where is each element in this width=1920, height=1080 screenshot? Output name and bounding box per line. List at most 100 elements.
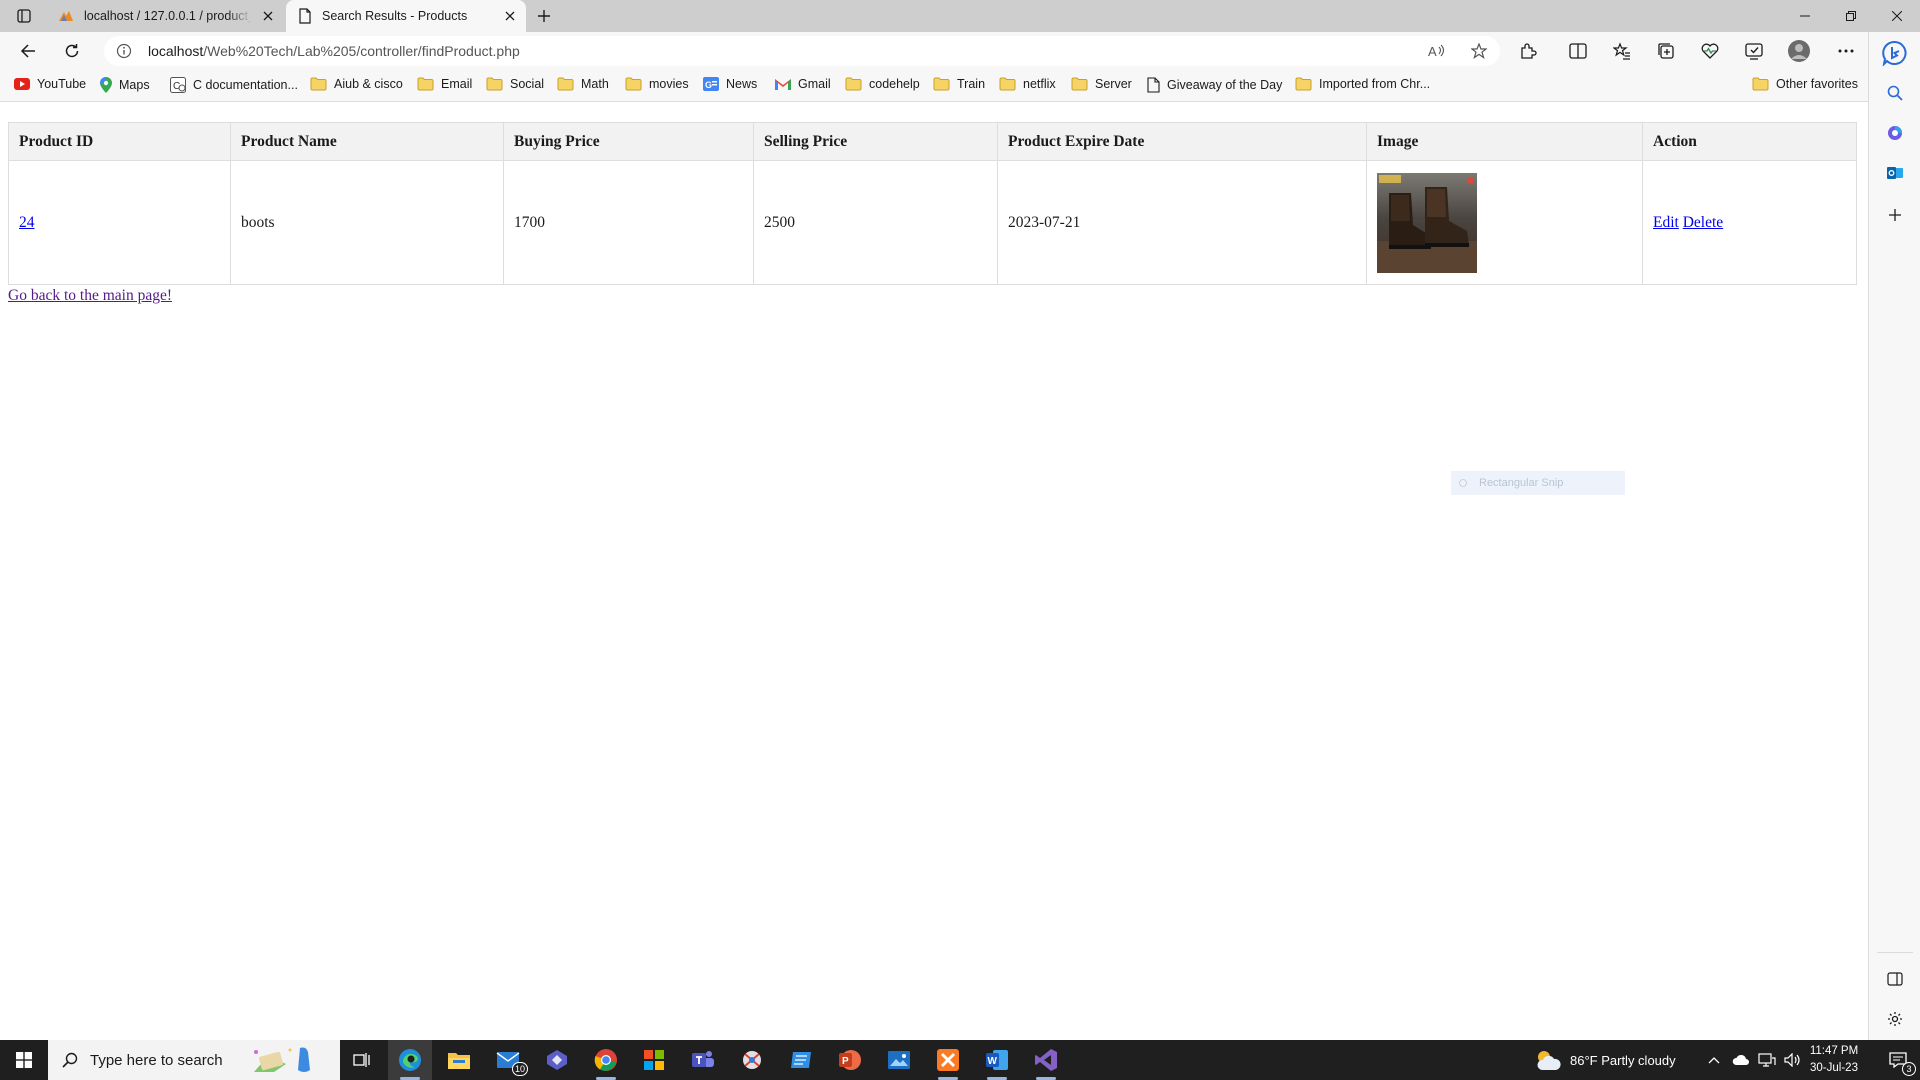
hide-sidebar-button[interactable]	[1882, 966, 1908, 992]
taskbar-powerpoint[interactable]: P	[828, 1040, 872, 1080]
favorite-folder-server[interactable]: Server	[1071, 77, 1132, 91]
favorite-folder-netflix[interactable]: netflix	[999, 77, 1056, 91]
back-to-main-link[interactable]: Go back to the main page!	[8, 287, 172, 305]
taskbar-xampp[interactable]	[926, 1040, 970, 1080]
favorites-list-icon	[1613, 42, 1630, 60]
taskbar-visual-studio-code[interactable]	[535, 1040, 579, 1080]
task-view-button[interactable]	[340, 1040, 384, 1080]
collections-button[interactable]	[1652, 38, 1680, 64]
bing-chat-button[interactable]	[1882, 40, 1908, 66]
tab-search-results[interactable]: Search Results - Products	[286, 0, 526, 32]
favorite-label: movies	[649, 77, 689, 91]
taskbar-photos[interactable]	[877, 1040, 921, 1080]
favorite-star-icon[interactable]	[1471, 43, 1487, 59]
cell-selling-price: 2500	[753, 160, 998, 285]
split-screen-button[interactable]	[1564, 38, 1592, 64]
network-icon[interactable]	[1758, 1053, 1776, 1067]
restore-button[interactable]	[1828, 0, 1874, 32]
favorite-folder-email[interactable]: Email	[417, 77, 472, 91]
notification-center-button[interactable]: 3	[1876, 1040, 1920, 1080]
favorite-folder-other[interactable]: Other favorites	[1752, 77, 1858, 91]
favorite-maps[interactable]: Maps	[100, 77, 150, 93]
sidebar-settings-button[interactable]	[1882, 1006, 1908, 1032]
settings-more-button[interactable]	[1832, 38, 1860, 64]
visual-studio-icon	[1035, 1049, 1057, 1071]
minimize-button[interactable]	[1782, 0, 1828, 32]
more-dots-icon	[1838, 49, 1854, 53]
column-header: Image	[1366, 122, 1643, 161]
browser-essentials-button[interactable]	[1740, 38, 1768, 64]
favorite-youtube[interactable]: YouTube	[14, 77, 86, 91]
notification-badge: 3	[1902, 1062, 1916, 1076]
gmail-icon	[775, 79, 791, 90]
favorite-folder-codehelp[interactable]: codehelp	[845, 77, 920, 91]
tab-phpmyadmin[interactable]: localhost / 127.0.0.1 / product_db	[46, 0, 284, 32]
address-bar[interactable]: localhost/Web%20Tech/Lab%205/controller/…	[104, 36, 1500, 66]
restore-icon	[1846, 11, 1856, 21]
refresh-button[interactable]	[58, 38, 86, 64]
favorite-folder-social[interactable]: Social	[486, 77, 544, 91]
favorite-c-documentation[interactable]: C C documentation...	[170, 77, 298, 93]
products-table: Product ID Product Name Buying Price Sel…	[8, 122, 1857, 285]
taskbar-mail[interactable]: 10	[486, 1040, 530, 1080]
search-placeholder: Type here to search	[90, 1051, 223, 1069]
taskbar-edge[interactable]	[388, 1040, 432, 1080]
taskbar-visual-studio[interactable]	[1024, 1040, 1068, 1080]
sidebar-search-button[interactable]	[1882, 80, 1908, 106]
favorite-label: Aiub & cisco	[334, 77, 403, 91]
favorite-giveaway-of-the-day[interactable]: Giveaway of the Day	[1147, 77, 1282, 93]
mail-badge: 10	[512, 1062, 529, 1076]
taskbar-file-explorer[interactable]	[437, 1040, 481, 1080]
sidebar-outlook-button[interactable]	[1882, 160, 1908, 186]
close-tab-button[interactable]	[502, 8, 518, 24]
edit-link[interactable]: Edit	[1653, 214, 1679, 231]
sidebar-office-button[interactable]	[1882, 120, 1908, 146]
taskbar-microsoft-store[interactable]	[632, 1040, 676, 1080]
chevron-up-icon[interactable]	[1708, 1056, 1720, 1064]
taskbar-word[interactable]: W	[975, 1040, 1019, 1080]
sidebar-add-button[interactable]	[1882, 202, 1908, 228]
favorites-button[interactable]	[1608, 38, 1636, 64]
clock[interactable]: 11:47 PM 30-Jul-23	[1798, 1043, 1870, 1077]
new-tab-button[interactable]	[532, 5, 556, 27]
info-icon[interactable]	[116, 43, 132, 59]
performance-button[interactable]	[1696, 38, 1724, 64]
read-aloud-icon[interactable]: A	[1428, 43, 1446, 59]
weather-text: 86°F Partly cloudy	[1570, 1052, 1676, 1068]
maps-pin-icon	[100, 77, 112, 93]
close-window-button[interactable]	[1874, 0, 1920, 32]
column-header: Product Expire Date	[997, 122, 1367, 161]
onedrive-cloud-icon[interactable]	[1732, 1054, 1750, 1066]
folder-icon	[625, 77, 642, 91]
back-button[interactable]	[14, 38, 42, 64]
favorite-gmail[interactable]: Gmail	[775, 77, 831, 91]
windows-taskbar: Type here to search 10 P W 86°F Partly c…	[0, 1040, 1920, 1080]
close-tab-button[interactable]	[260, 8, 276, 24]
xampp-icon	[937, 1049, 959, 1071]
product-id-link[interactable]: 24	[19, 214, 35, 231]
gear-icon	[1888, 1012, 1902, 1026]
taskbar-chrome[interactable]	[584, 1040, 628, 1080]
tab-actions-button[interactable]	[10, 5, 38, 27]
favorite-folder-imported[interactable]: Imported from Chr...	[1295, 77, 1430, 91]
back-arrow-icon	[20, 44, 35, 58]
profile-button[interactable]	[1785, 38, 1813, 64]
taskbar-paint[interactable]	[779, 1040, 823, 1080]
favorite-news[interactable]: G News	[703, 77, 757, 91]
start-button[interactable]	[0, 1040, 48, 1080]
taskbar-teams[interactable]	[681, 1040, 725, 1080]
refresh-icon	[65, 44, 79, 58]
address-url[interactable]: localhost/Web%20Tech/Lab%205/controller/…	[148, 43, 520, 59]
edge-sidebar	[1868, 32, 1920, 1040]
taskbar-search-box[interactable]: Type here to search	[48, 1040, 340, 1080]
favorite-folder-train[interactable]: Train	[933, 77, 985, 91]
favorite-folder-math[interactable]: Math	[557, 77, 609, 91]
delete-link[interactable]: Delete	[1683, 214, 1723, 231]
svg-text:A: A	[1428, 44, 1437, 59]
favorite-folder-movies[interactable]: movies	[625, 77, 689, 91]
weather-widget[interactable]: 86°F Partly cloudy	[1534, 1040, 1676, 1080]
extensions-button[interactable]	[1514, 38, 1542, 64]
taskbar-snipping-tool[interactable]	[730, 1040, 774, 1080]
sidebar-divider	[1877, 952, 1913, 953]
favorite-folder-aiub-cisco[interactable]: Aiub & cisco	[310, 77, 403, 91]
